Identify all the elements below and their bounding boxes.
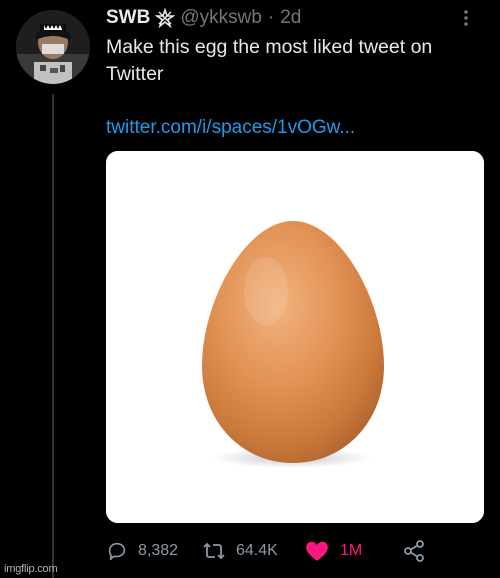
avatar-image bbox=[16, 10, 90, 84]
like-button[interactable]: 1M bbox=[304, 537, 362, 565]
like-count: 1M bbox=[340, 542, 363, 559]
handle[interactable]: @ykkswb bbox=[180, 7, 262, 29]
tweet-link[interactable]: twitter.com/i/spaces/1vOGw... bbox=[106, 117, 355, 139]
reply-button[interactable]: 8,382 bbox=[106, 537, 178, 565]
retweet-count: 64.4K bbox=[236, 542, 278, 559]
watermark: imgflip.com bbox=[4, 563, 58, 575]
share-icon bbox=[404, 540, 424, 562]
share-button[interactable] bbox=[402, 537, 436, 565]
star-badge-icon bbox=[155, 8, 176, 28]
tweet-actions: 8,382 64.4K 1M bbox=[106, 537, 436, 565]
more-icon[interactable] bbox=[456, 8, 476, 28]
timestamp[interactable]: 2d bbox=[280, 7, 301, 29]
retweet-button[interactable]: 64.4K bbox=[202, 537, 278, 565]
reply-count: 8,382 bbox=[138, 542, 179, 559]
separator-dot: · bbox=[267, 7, 275, 28]
thread-line bbox=[52, 94, 54, 578]
display-name[interactable]: SWB bbox=[106, 7, 150, 29]
tweet-media[interactable] bbox=[106, 151, 484, 523]
tweet-header: SWB @ykkswb · 2d bbox=[106, 6, 480, 30]
retweet-icon bbox=[203, 542, 225, 560]
tweet-text: Make this egg the most liked tweet on Tw… bbox=[106, 36, 433, 85]
avatar[interactable] bbox=[16, 10, 90, 84]
egg-image bbox=[106, 151, 484, 523]
heart-icon bbox=[306, 541, 328, 561]
reply-icon bbox=[108, 542, 126, 561]
